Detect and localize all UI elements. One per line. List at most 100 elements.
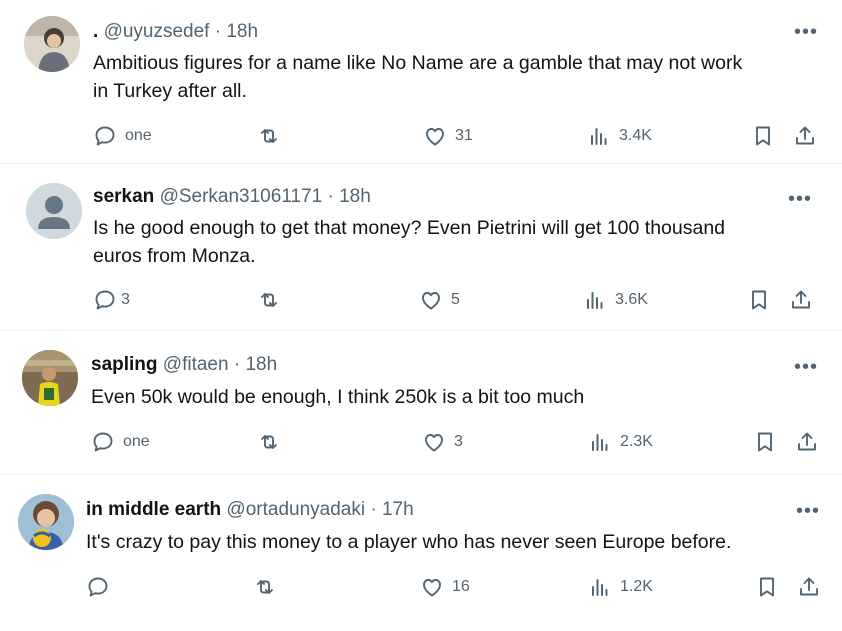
share-icon — [800, 577, 818, 596]
user-handle[interactable]: @uyuzsedef — [104, 21, 210, 42]
reply-button[interactable]: 3 — [93, 288, 130, 312]
tweet-header: sapling @fitaen · 18h — [91, 353, 277, 377]
user-handle[interactable]: @fitaen — [163, 354, 229, 375]
retweet-button[interactable] — [257, 288, 281, 312]
like-count: 5 — [451, 291, 460, 308]
separator-dot: · — [233, 354, 241, 375]
like-icon — [425, 434, 443, 452]
share-button[interactable] — [793, 124, 817, 148]
reply-icon — [95, 126, 115, 146]
reply-button[interactable]: one — [93, 124, 152, 148]
avatar[interactable] — [24, 16, 80, 72]
bookmark-icon — [756, 126, 770, 146]
divider — [0, 163, 842, 164]
reply-icon — [93, 432, 113, 452]
display-name[interactable]: in middle earth — [86, 499, 221, 520]
view-count: 3.4K — [619, 127, 652, 144]
tweet-text-line: Even 50k would be enough, I think 250k i… — [91, 386, 585, 408]
views-button[interactable]: 3.4K — [587, 124, 652, 148]
display-name[interactable]: serkan — [93, 186, 154, 207]
more-icon[interactable]: ••• — [788, 189, 812, 209]
more-icon[interactable]: ••• — [794, 357, 818, 377]
bookmark-button[interactable] — [747, 288, 771, 312]
like-count: 16 — [452, 578, 470, 595]
tweet-text: It's crazy to pay this money to a player… — [86, 528, 731, 556]
share-button[interactable] — [795, 430, 819, 454]
display-name[interactable]: sapling — [91, 354, 158, 375]
separator-dot: · — [214, 21, 222, 42]
tweet[interactable]: serkan @Serkan31061171 · 18h ••• Is he g… — [0, 165, 842, 325]
bookmark-button[interactable] — [751, 124, 775, 148]
like-button[interactable]: 5 — [419, 288, 460, 312]
like-icon — [423, 579, 441, 597]
user-handle[interactable]: @ortadunyadaki — [226, 499, 365, 520]
bookmark-button[interactable] — [753, 430, 777, 454]
bookmark-button[interactable] — [755, 575, 779, 599]
retweet-icon — [257, 580, 273, 594]
retweet-button[interactable] — [253, 575, 277, 599]
views-button[interactable]: 3.6K — [583, 288, 648, 312]
timestamp[interactable]: 18h — [245, 354, 277, 375]
views-button[interactable]: 2.3K — [588, 430, 653, 454]
retweet-button[interactable] — [257, 430, 281, 454]
separator-dot: · — [370, 499, 377, 520]
divider — [0, 474, 842, 475]
tweet[interactable]: in middle earth @ortadunyadaki · 17h •••… — [0, 476, 842, 631]
timestamp[interactable]: 18h — [226, 21, 258, 42]
retweet-button[interactable] — [257, 124, 281, 148]
user-handle[interactable]: @Serkan31061171 — [160, 186, 323, 207]
action-bar: 16 1.2K — [86, 575, 826, 601]
reply-button[interactable]: one — [91, 430, 150, 454]
reply-count: one — [125, 127, 152, 144]
timestamp[interactable]: 17h — [382, 499, 414, 520]
avatar[interactable] — [26, 183, 82, 239]
more-icon[interactable]: ••• — [796, 501, 820, 521]
tweet-text-line: It's crazy to pay this money to a player… — [86, 531, 732, 553]
default-avatar-icon — [26, 183, 82, 239]
tweet[interactable]: sapling @fitaen · 18h ••• Even 50k would… — [0, 332, 842, 472]
avatar-photo — [18, 494, 74, 550]
bookmark-icon — [760, 577, 774, 597]
like-button[interactable]: 3 — [422, 430, 463, 454]
reply-icon — [95, 290, 115, 310]
reply-button[interactable] — [86, 575, 118, 599]
tweet-header: in middle earth @ortadunyadaki · 17h — [86, 498, 414, 522]
share-icon — [798, 432, 816, 451]
like-button[interactable]: 31 — [423, 124, 473, 148]
timestamp[interactable]: 18h — [339, 186, 371, 207]
more-icon[interactable]: ••• — [794, 22, 818, 42]
bookmark-icon — [752, 290, 766, 310]
like-count: 31 — [455, 127, 473, 144]
like-icon — [426, 128, 444, 146]
action-bar: one 31 3.4K — [93, 124, 823, 150]
reply-count: one — [123, 433, 150, 450]
display-name[interactable]: . — [93, 21, 98, 42]
tweet-header: . @uyuzsedef · 18h — [93, 20, 258, 44]
share-button[interactable] — [789, 288, 813, 312]
tweet-header: serkan @Serkan31061171 · 18h — [93, 185, 371, 209]
tweet-text-line: Ambitious figures for a name like No Nam… — [93, 52, 743, 74]
like-count: 3 — [454, 433, 463, 450]
action-bar: one 3 2.3K — [91, 430, 826, 456]
tweet-text: Even 50k would be enough, I think 250k i… — [91, 383, 584, 411]
tweet-text: Is he good enough to get that money? Eve… — [93, 214, 725, 270]
divider — [0, 330, 842, 331]
views-button[interactable]: 1.2K — [588, 575, 653, 599]
avatar[interactable] — [18, 494, 74, 550]
retweet-icon — [261, 293, 277, 307]
tweet-text-line: euros from Monza. — [93, 245, 256, 267]
retweet-icon — [261, 435, 277, 449]
view-count: 3.6K — [615, 291, 648, 308]
like-button[interactable]: 16 — [420, 575, 470, 599]
tweet-text: Ambitious figures for a name like No Nam… — [93, 49, 742, 105]
retweet-icon — [261, 129, 277, 143]
share-icon — [796, 126, 814, 145]
reply-icon — [88, 577, 108, 597]
share-button[interactable] — [797, 575, 821, 599]
tweet[interactable]: . @uyuzsedef · 18h ••• Ambitious figures… — [0, 0, 842, 160]
tweet-text-line: in Turkey after all. — [93, 80, 247, 102]
avatar[interactable] — [22, 350, 78, 406]
bookmark-icon — [758, 432, 772, 452]
reply-count: 3 — [121, 291, 130, 308]
views-icon — [591, 128, 607, 145]
